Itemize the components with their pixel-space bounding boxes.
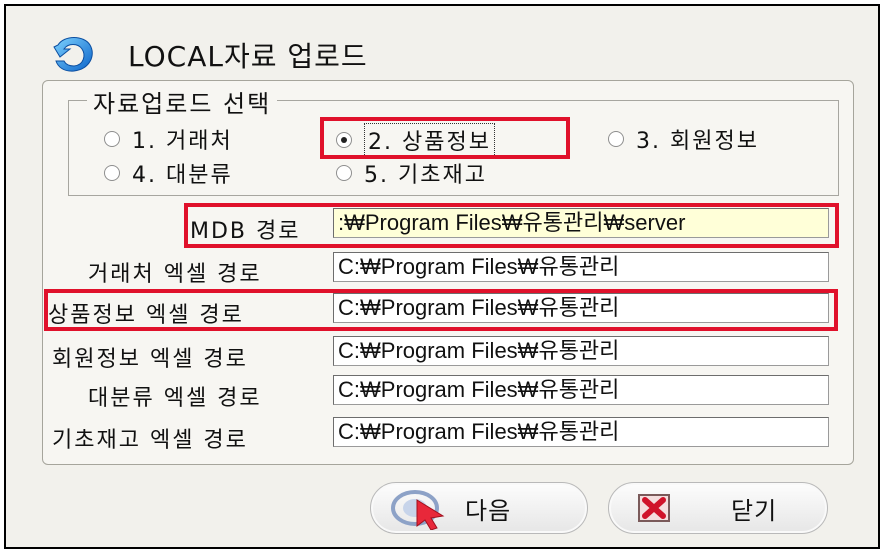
customer-excel-path-label: 거래처 엑셀 경로: [88, 262, 262, 287]
customer-excel-path-input[interactable]: C:₩Program Files₩유통관리: [333, 252, 829, 282]
next-button-label: 다음: [465, 496, 512, 525]
radio-customer[interactable]: 1. 거래처: [104, 123, 233, 155]
radio-circle[interactable]: [336, 165, 352, 181]
radio-circle[interactable]: [104, 131, 120, 147]
category-excel-path-label: 대분류 엑셀 경로: [88, 386, 262, 411]
radio-label: 5. 기초재고: [364, 163, 487, 188]
stock-excel-path-label: 기초재고 엑셀 경로: [52, 428, 248, 453]
radio-circle[interactable]: [608, 131, 624, 147]
radio-label: 1. 거래처: [132, 129, 233, 154]
blue-swirl-icon: [53, 37, 93, 72]
radio-stock[interactable]: 5. 기초재고: [336, 157, 487, 189]
arrow-cursor-icon: [391, 490, 445, 530]
radio-label: 4. 대분류: [132, 163, 233, 188]
member-excel-path-label: 회원정보 엑셀 경로: [52, 347, 248, 372]
close-button[interactable]: 닫기: [608, 482, 828, 534]
close-button-label: 닫기: [731, 496, 778, 525]
highlight-box-product-radio: [320, 117, 570, 159]
radio-category[interactable]: 4. 대분류: [104, 157, 233, 189]
radio-label: 3. 회원정보: [636, 129, 759, 154]
stock-excel-path-input[interactable]: C:₩Program Files₩유통관리: [333, 417, 829, 447]
title-bar: LOCAL자료 업로드: [50, 30, 368, 80]
radio-member[interactable]: 3. 회원정보: [608, 123, 759, 155]
next-button[interactable]: 다음: [370, 482, 588, 534]
highlight-box-mdb-path: [184, 203, 839, 248]
member-excel-path-input[interactable]: C:₩Program Files₩유통관리: [333, 336, 829, 366]
group-legend: 자료업로드 선택: [87, 84, 278, 119]
highlight-box-product-excel-path: [44, 289, 838, 331]
category-excel-path-input[interactable]: C:₩Program Files₩유통관리: [333, 375, 829, 405]
red-x-icon: [638, 494, 670, 522]
radio-circle[interactable]: [104, 165, 120, 181]
window-title: LOCAL자료 업로드: [128, 40, 368, 73]
